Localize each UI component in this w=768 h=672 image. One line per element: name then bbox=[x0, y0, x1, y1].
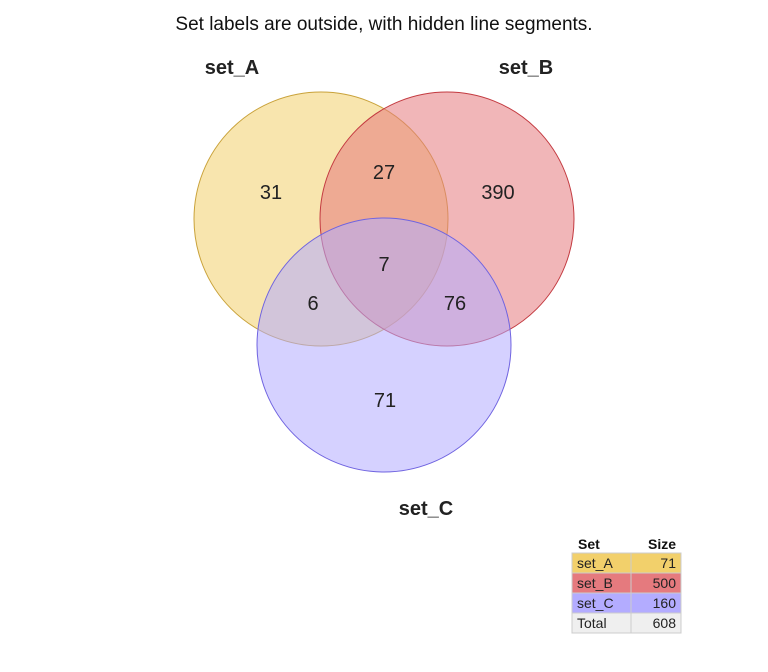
venn-diagram: Set labels are outside, with hidden line… bbox=[175, 14, 682, 634]
legend-row-c-set: set_C bbox=[577, 595, 614, 611]
legend-row-c-size: 160 bbox=[653, 595, 677, 611]
region-a-only: 31 bbox=[260, 182, 282, 204]
legend-row-a-set: set_A bbox=[577, 555, 613, 571]
legend-row-a-size: 71 bbox=[660, 555, 676, 571]
region-abc: 7 bbox=[378, 254, 389, 276]
legend-row-b-set: set_B bbox=[577, 575, 613, 591]
chart-title: Set labels are outside, with hidden line… bbox=[175, 14, 592, 35]
region-c-only: 71 bbox=[374, 390, 396, 412]
legend-header-set: Set bbox=[578, 536, 600, 552]
legend-row-total-set: Total bbox=[577, 615, 607, 631]
legend-row-total-size: 608 bbox=[653, 615, 677, 631]
region-b-only: 390 bbox=[481, 182, 514, 204]
set-b-label: set_B bbox=[499, 57, 553, 79]
legend-header-size: Size bbox=[648, 536, 676, 552]
set-circles bbox=[193, 91, 575, 473]
legend-table: Set Size set_A 71 set_B 500 set_C 160 To… bbox=[571, 536, 682, 634]
set-c-label: set_C bbox=[399, 498, 453, 520]
region-bc: 76 bbox=[444, 293, 466, 315]
legend-row-b-size: 500 bbox=[653, 575, 677, 591]
set-a-label: set_A bbox=[205, 57, 259, 79]
region-ac: 6 bbox=[307, 293, 318, 315]
region-ab: 27 bbox=[373, 162, 395, 184]
